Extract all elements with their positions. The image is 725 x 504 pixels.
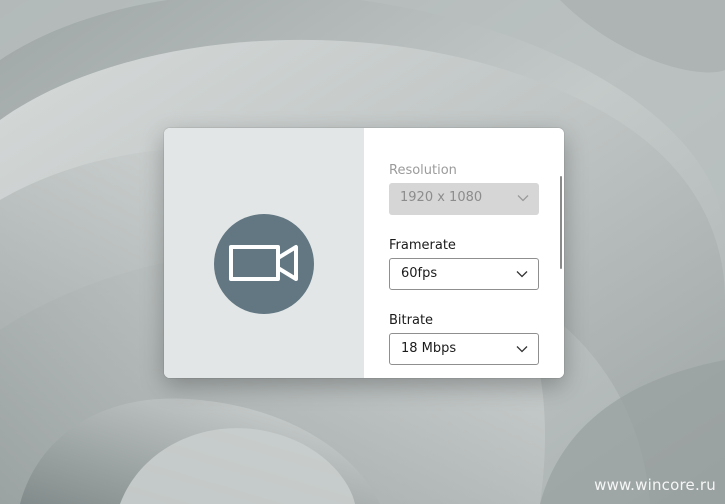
framerate-label: Framerate [389, 238, 456, 253]
resolution-label: Resolution [389, 163, 457, 178]
camera-settings-dialog: Resolution 1920 x 1080 Framerate 60fps B… [164, 128, 564, 378]
chevron-down-icon [516, 346, 528, 353]
camera-badge [214, 214, 314, 314]
chevron-down-icon [517, 195, 529, 202]
bitrate-value: 18 Mbps [401, 341, 457, 356]
chevron-down-icon [516, 271, 528, 278]
settings-scrollbar[interactable] [560, 176, 562, 269]
bitrate-dropdown[interactable]: 18 Mbps [389, 333, 539, 365]
bitrate-label: Bitrate [389, 313, 434, 328]
resolution-value: 1920 x 1080 [400, 190, 483, 205]
watermark: www.wincore.ru [594, 476, 716, 494]
video-camera-icon [229, 245, 298, 281]
camera-preview [164, 128, 364, 378]
settings-panel: Resolution 1920 x 1080 Framerate 60fps B… [364, 128, 564, 378]
framerate-dropdown[interactable]: 60fps [389, 258, 539, 290]
framerate-value: 60fps [401, 266, 438, 281]
resolution-dropdown[interactable]: 1920 x 1080 [389, 183, 539, 215]
